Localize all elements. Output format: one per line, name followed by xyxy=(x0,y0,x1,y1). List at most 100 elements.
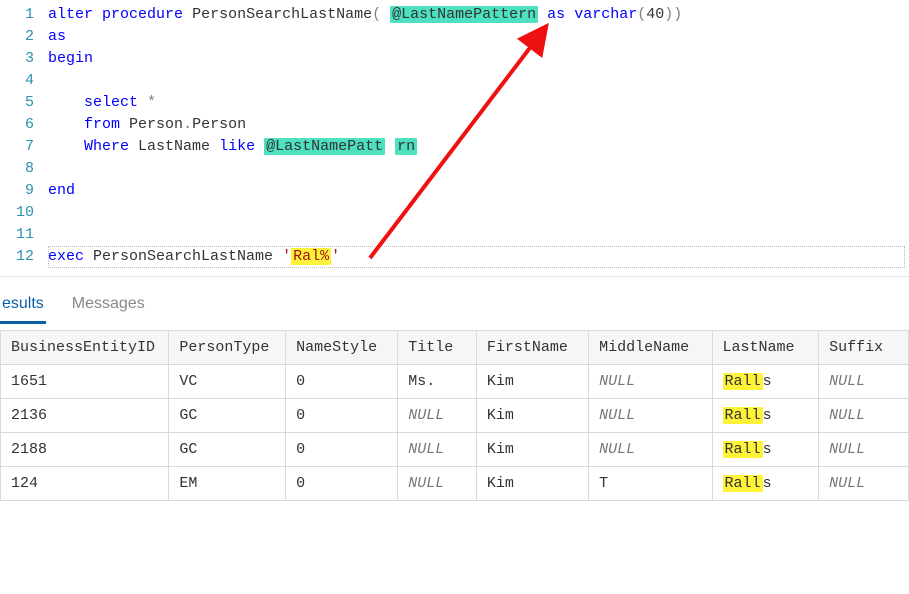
code-line[interactable]: 5 select * xyxy=(0,92,909,114)
cell-businessentityid[interactable]: 1651 xyxy=(1,365,169,399)
cell-persontype[interactable]: VC xyxy=(169,365,286,399)
cell-lastname[interactable]: Ralls xyxy=(712,467,819,501)
cell-firstname[interactable]: Kim xyxy=(476,467,588,501)
cell-namestyle[interactable]: 0 xyxy=(286,467,398,501)
col-header-title[interactable]: Title xyxy=(398,331,477,365)
table-row[interactable]: 2188GC0NULLKimNULLRallsNULL xyxy=(1,433,909,467)
cell-suffix[interactable]: NULL xyxy=(819,467,909,501)
cell-namestyle[interactable]: 0 xyxy=(286,433,398,467)
col-header-businessentityid[interactable]: BusinessEntityID xyxy=(1,331,169,365)
results-grid[interactable]: BusinessEntityID PersonType NameStyle Ti… xyxy=(0,330,909,501)
paren-open-icon: ( xyxy=(637,6,646,23)
proc-call: PersonSearchLastName xyxy=(93,248,273,265)
code-line[interactable]: 9 end xyxy=(0,180,909,202)
code-line[interactable]: 3 begin xyxy=(0,48,909,70)
code-line[interactable]: 11 xyxy=(0,224,909,246)
code-line[interactable]: 10 xyxy=(0,202,909,224)
cell-businessentityid[interactable]: 2136 xyxy=(1,399,169,433)
kw-end: end xyxy=(48,182,75,199)
result-tabs: esults Messages xyxy=(0,277,909,324)
code-content[interactable] xyxy=(48,202,909,224)
cell-title[interactable]: Ms. xyxy=(398,365,477,399)
line-number: 2 xyxy=(0,26,48,48)
cell-lastname[interactable]: Ralls xyxy=(712,433,819,467)
lastname-highlight: Rall xyxy=(723,373,763,390)
param-name: @LastNamePattern xyxy=(390,6,538,23)
table-row[interactable]: 124EM0NULLKimTRallsNULL xyxy=(1,467,909,501)
cell-title[interactable]: NULL xyxy=(398,433,477,467)
line-number: 12 xyxy=(0,246,48,268)
param-ref-tail: rn xyxy=(395,138,417,155)
string-arg: Ral% xyxy=(291,248,331,265)
cell-title[interactable]: NULL xyxy=(398,467,477,501)
code-line[interactable]: 6 from Person.Person xyxy=(0,114,909,136)
code-line[interactable]: 1 alter procedure PersonSearchLastName( … xyxy=(0,4,909,26)
lastname-highlight: Rall xyxy=(723,475,763,492)
col-header-middlename[interactable]: MiddleName xyxy=(589,331,712,365)
cell-title[interactable]: NULL xyxy=(398,399,477,433)
kw-alter: alter xyxy=(48,6,93,23)
line-number: 5 xyxy=(0,92,48,114)
code-content[interactable]: select * xyxy=(48,92,909,114)
cell-firstname[interactable]: Kim xyxy=(476,433,588,467)
param-ref-a: @LastNamePatt xyxy=(266,138,383,155)
code-line[interactable]: 8 xyxy=(0,158,909,180)
code-content[interactable]: end xyxy=(48,180,909,202)
code-line[interactable]: 4 xyxy=(0,70,909,92)
cell-persontype[interactable]: EM xyxy=(169,467,286,501)
cell-suffix[interactable]: NULL xyxy=(819,365,909,399)
code-content[interactable] xyxy=(48,224,909,246)
line-number: 3 xyxy=(0,48,48,70)
paren-close-icon: ) xyxy=(664,6,673,23)
cell-namestyle[interactable]: 0 xyxy=(286,365,398,399)
col-header-persontype[interactable]: PersonType xyxy=(169,331,286,365)
cell-lastname[interactable]: Ralls xyxy=(712,365,819,399)
table-row[interactable]: 1651VC0Ms.KimNULLRallsNULL xyxy=(1,365,909,399)
col-header-namestyle[interactable]: NameStyle xyxy=(286,331,398,365)
col-header-suffix[interactable]: Suffix xyxy=(819,331,909,365)
col-header-lastname[interactable]: LastName xyxy=(712,331,819,365)
tab-results[interactable]: esults xyxy=(0,291,46,324)
cell-businessentityid[interactable]: 124 xyxy=(1,467,169,501)
cell-middlename[interactable]: NULL xyxy=(589,399,712,433)
line-number: 1 xyxy=(0,4,48,26)
kw-exec: exec xyxy=(48,248,84,265)
cell-suffix[interactable]: NULL xyxy=(819,399,909,433)
cell-middlename[interactable]: T xyxy=(589,467,712,501)
cell-firstname[interactable]: Kim xyxy=(476,399,588,433)
kw-select: select xyxy=(84,94,138,111)
cell-businessentityid[interactable]: 2188 xyxy=(1,433,169,467)
code-content[interactable]: from Person.Person xyxy=(48,114,909,136)
results-body: 1651VC0Ms.KimNULLRallsNULL2136GC0NULLKim… xyxy=(1,365,909,501)
cell-middlename[interactable]: NULL xyxy=(589,433,712,467)
code-line[interactable]: 7 Where LastName like @LastNamePattrn xyxy=(0,136,909,158)
results-header-row: BusinessEntityID PersonType NameStyle Ti… xyxy=(1,331,909,365)
cell-namestyle[interactable]: 0 xyxy=(286,399,398,433)
schema-name: Person xyxy=(129,116,183,133)
code-content[interactable]: Where LastName like @LastNamePattrn xyxy=(48,136,909,158)
col-lastname: LastName xyxy=(138,138,210,155)
code-content[interactable]: begin xyxy=(48,48,909,70)
cell-firstname[interactable]: Kim xyxy=(476,365,588,399)
code-content[interactable] xyxy=(48,158,909,180)
table-row[interactable]: 2136GC0NULLKimNULLRallsNULL xyxy=(1,399,909,433)
cell-suffix[interactable]: NULL xyxy=(819,433,909,467)
code-line[interactable]: 2 as xyxy=(0,26,909,48)
code-content[interactable]: exec PersonSearchLastName 'Ral%' xyxy=(48,246,909,268)
tab-messages[interactable]: Messages xyxy=(70,291,147,324)
code-content[interactable] xyxy=(48,70,909,92)
code-line[interactable]: 12 exec PersonSearchLastName 'Ral%' xyxy=(0,246,909,268)
code-content[interactable]: as xyxy=(48,26,909,48)
line-number: 11 xyxy=(0,224,48,246)
paren-open-icon: ( xyxy=(372,6,381,23)
cell-persontype[interactable]: GC xyxy=(169,433,286,467)
line-number: 9 xyxy=(0,180,48,202)
cell-persontype[interactable]: GC xyxy=(169,399,286,433)
sql-editor[interactable]: 1 alter procedure PersonSearchLastName( … xyxy=(0,0,909,277)
cell-lastname[interactable]: Ralls xyxy=(712,399,819,433)
cell-middlename[interactable]: NULL xyxy=(589,365,712,399)
line-number: 6 xyxy=(0,114,48,136)
col-header-firstname[interactable]: FirstName xyxy=(476,331,588,365)
proc-name: PersonSearchLastName xyxy=(192,6,372,23)
code-content[interactable]: alter procedure PersonSearchLastName( @L… xyxy=(48,4,909,26)
